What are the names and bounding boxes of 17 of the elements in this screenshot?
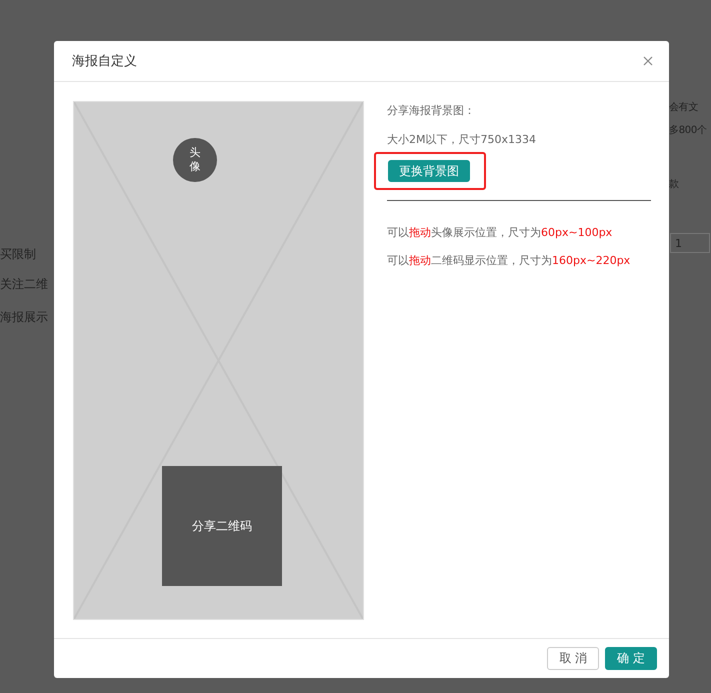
- hint-text: 可以拖动头像展示位置，尺寸为60px~100px: [387, 225, 614, 240]
- background-label: 多800个: [669, 124, 707, 137]
- qr-code-placeholder[interactable]: 分享二维码: [162, 466, 282, 586]
- background-label: 会有文: [669, 100, 698, 114]
- avatar-placeholder[interactable]: 头像: [173, 138, 217, 182]
- background-label: 海报展示: [0, 309, 48, 326]
- close-icon[interactable]: [643, 56, 653, 66]
- background-label: 关注二维: [0, 276, 48, 293]
- confirm-button[interactable]: 确 定: [605, 647, 657, 670]
- dialog-title: 海报自定义: [72, 53, 137, 70]
- hint-text: 可以拖动二维码显示位置，尺寸为160px~220px: [387, 253, 632, 268]
- change-background-button[interactable]: 更换背景图: [388, 160, 470, 182]
- cancel-button[interactable]: 取 消: [547, 647, 600, 670]
- background-label: 款: [669, 178, 679, 191]
- size-note: 大小2M以下，尺寸750x1334: [387, 132, 537, 147]
- section-heading: 分享海报背景图：: [387, 103, 476, 118]
- background-label: 买限制: [0, 246, 36, 263]
